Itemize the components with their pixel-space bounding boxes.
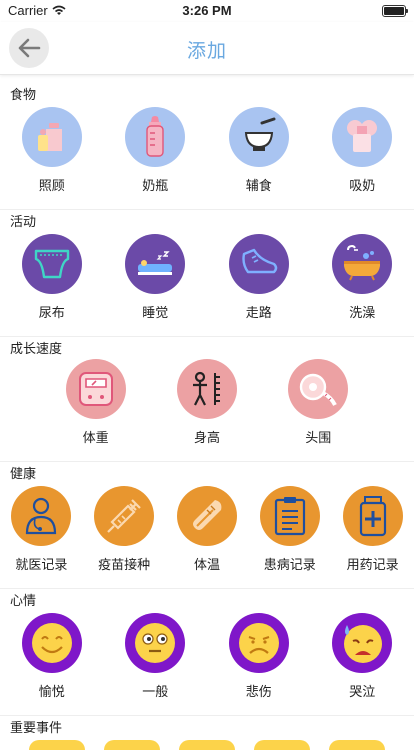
section-growth: 成长速度 体重 身高 头围 xyxy=(0,336,414,461)
crying-face-icon xyxy=(332,613,393,673)
section-health: 健康 就医记录 疫苗接种 体温 患病记录 用药记录 xyxy=(0,461,414,588)
item-height[interactable]: 身高 xyxy=(166,359,248,461)
item-solid-food[interactable]: 辅食 xyxy=(218,107,300,209)
status-time: 3:26 PM xyxy=(182,3,232,18)
milestone-icon[interactable] xyxy=(253,740,310,750)
section-title: 活动 xyxy=(10,215,37,230)
milestone-icon[interactable] xyxy=(104,740,161,750)
item-sad[interactable]: 悲伤 xyxy=(218,613,300,715)
add-content: 食物 照顾 奶瓶 辅食 吸奶 活动 尿布 睡觉 走路 洗澡 成长速度 体重 身高… xyxy=(0,75,414,750)
section-title: 健康 xyxy=(10,467,37,482)
item-bottle[interactable]: 奶瓶 xyxy=(114,107,196,209)
tape-measure-icon xyxy=(288,359,349,419)
scale-icon xyxy=(65,359,126,419)
item-happy[interactable]: 愉悦 xyxy=(11,613,93,715)
milestone-icon[interactable] xyxy=(178,740,235,750)
sleep-icon xyxy=(125,234,186,294)
bathtub-icon xyxy=(332,234,393,294)
item-temperature[interactable]: 体温 xyxy=(169,486,245,588)
item-diaper[interactable]: 尿布 xyxy=(11,234,93,336)
section-title: 心情 xyxy=(10,594,37,609)
section-food: 食物 照顾 奶瓶 辅食 吸奶 xyxy=(0,83,414,209)
breast-pump-icon xyxy=(332,107,393,167)
page-title: 添加 xyxy=(186,40,227,62)
section-milestones: 重要事件 xyxy=(0,715,414,750)
item-doctor-visit[interactable]: 就医记录 xyxy=(3,486,79,588)
doctor-icon xyxy=(11,486,72,546)
item-head-circumference[interactable]: 头围 xyxy=(277,359,359,461)
section-activity: 活动 尿布 睡觉 走路 洗澡 xyxy=(0,209,414,336)
syringe-icon xyxy=(94,486,155,546)
status-bar: Carrier 3:26 PM xyxy=(0,0,414,22)
section-mood: 心情 愉悦 一般 悲伤 哭泣 xyxy=(0,588,414,715)
sad-face-icon xyxy=(228,613,289,673)
thermometer-icon xyxy=(176,486,237,546)
bowl-icon xyxy=(228,107,289,167)
shoe-icon xyxy=(228,234,289,294)
section-title: 食物 xyxy=(10,88,37,103)
item-crying[interactable]: 哭泣 xyxy=(321,613,403,715)
milestone-icon[interactable] xyxy=(328,740,385,750)
item-pumping[interactable]: 吸奶 xyxy=(321,107,403,209)
item-medication[interactable]: 用药记录 xyxy=(335,486,411,588)
clipboard-icon xyxy=(259,486,320,546)
height-icon xyxy=(176,359,237,419)
neutral-face-icon xyxy=(125,613,186,673)
item-illness[interactable]: 患病记录 xyxy=(252,486,328,588)
nav-bar: 添加 xyxy=(0,22,414,75)
baby-bottle-icon xyxy=(125,107,186,167)
item-sleep[interactable]: 睡觉 xyxy=(114,234,196,336)
medicine-icon xyxy=(342,486,403,546)
item-vaccination[interactable]: 疫苗接种 xyxy=(86,486,162,588)
item-weight[interactable]: 体重 xyxy=(55,359,137,461)
happy-face-icon xyxy=(21,613,82,673)
section-title: 成长速度 xyxy=(10,342,63,357)
milestone-icon[interactable] xyxy=(29,740,86,750)
bottle-care-icon xyxy=(21,107,82,167)
item-care[interactable]: 照顾 xyxy=(11,107,93,209)
item-walk[interactable]: 走路 xyxy=(218,234,300,336)
item-bath[interactable]: 洗澡 xyxy=(321,234,403,336)
battery-icon xyxy=(382,5,408,17)
item-neutral[interactable]: 一般 xyxy=(114,613,196,715)
section-title: 重要事件 xyxy=(10,721,63,736)
diaper-icon xyxy=(21,234,82,294)
